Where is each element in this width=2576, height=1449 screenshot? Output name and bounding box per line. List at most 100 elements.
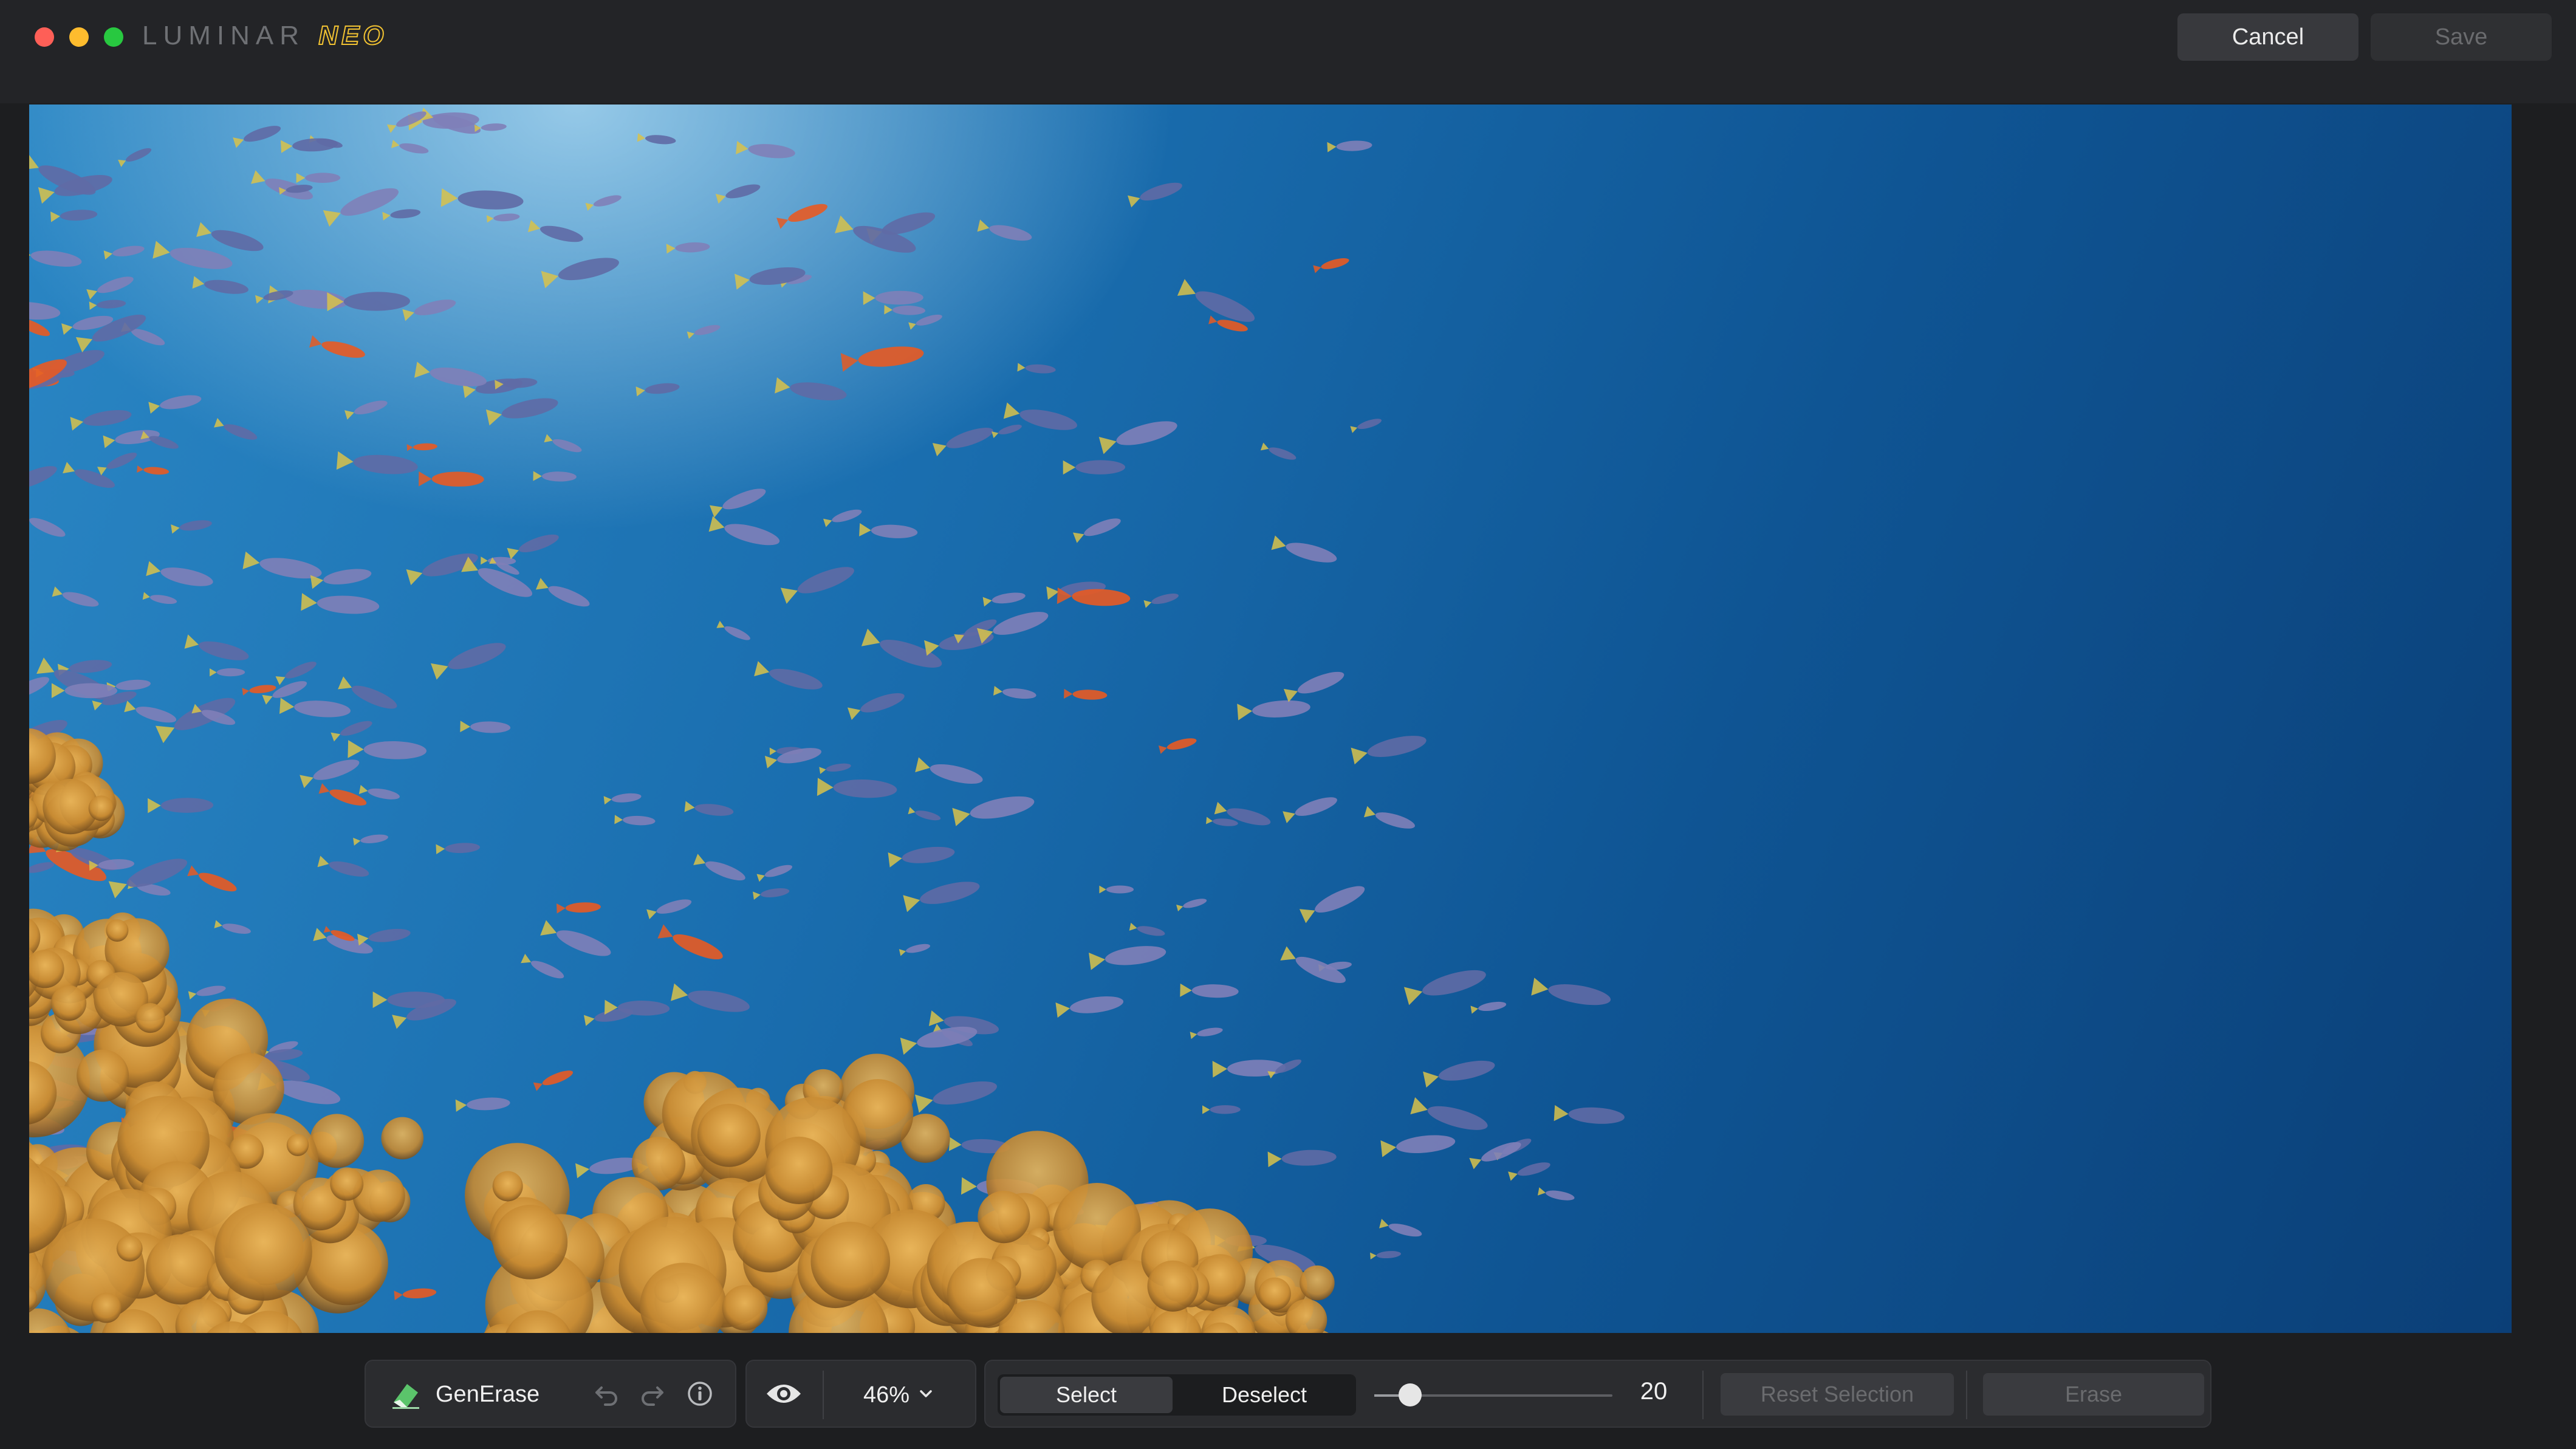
view-panel: 46% bbox=[745, 1360, 976, 1428]
tool-name: GenErase bbox=[436, 1382, 540, 1407]
fish bbox=[753, 888, 790, 900]
fish bbox=[982, 592, 1026, 607]
select-mode-button[interactable]: Select bbox=[1000, 1377, 1173, 1413]
fish bbox=[840, 346, 924, 372]
fish bbox=[486, 213, 520, 223]
fish bbox=[358, 784, 400, 800]
slider-handle[interactable] bbox=[1398, 1383, 1422, 1406]
underwater-photo bbox=[29, 108, 1625, 1333]
fish bbox=[977, 219, 1032, 241]
fish bbox=[440, 188, 524, 210]
coral bbox=[493, 1205, 568, 1279]
fish bbox=[1410, 1097, 1488, 1130]
coral bbox=[77, 1049, 129, 1102]
fish bbox=[1531, 978, 1611, 1005]
fish bbox=[1283, 797, 1337, 824]
fish bbox=[184, 634, 249, 660]
fish bbox=[146, 561, 213, 586]
fish bbox=[1313, 258, 1349, 273]
fish bbox=[1055, 996, 1124, 1018]
window-minimize-button[interactable] bbox=[69, 27, 89, 47]
reset-selection-button[interactable]: Reset Selection bbox=[1721, 1373, 1954, 1416]
fish bbox=[556, 902, 601, 914]
fish bbox=[336, 451, 418, 474]
save-button[interactable]: Save bbox=[2371, 13, 2552, 61]
fish bbox=[1072, 518, 1121, 543]
brush-size-slider[interactable] bbox=[1374, 1383, 1612, 1406]
eraser-icon bbox=[389, 1378, 423, 1412]
coral bbox=[381, 1117, 424, 1160]
fish bbox=[431, 643, 506, 680]
fish bbox=[1299, 886, 1365, 923]
eye-icon[interactable] bbox=[765, 1378, 803, 1410]
fish bbox=[657, 924, 723, 960]
fish bbox=[521, 953, 564, 979]
coral bbox=[1300, 1265, 1335, 1301]
coral bbox=[106, 919, 129, 942]
redo-icon[interactable] bbox=[638, 1379, 667, 1408]
fish bbox=[50, 210, 98, 222]
fish bbox=[1089, 946, 1166, 970]
fish bbox=[1063, 688, 1108, 700]
fish bbox=[118, 148, 152, 167]
coral bbox=[978, 1191, 1030, 1244]
fish bbox=[171, 520, 212, 534]
erase-button[interactable]: Erase bbox=[1983, 1373, 2204, 1416]
fish bbox=[666, 242, 710, 254]
fish bbox=[1508, 1162, 1550, 1181]
divider bbox=[823, 1371, 824, 1419]
window-maximize-button[interactable] bbox=[104, 27, 123, 47]
fish bbox=[279, 697, 351, 718]
fish bbox=[86, 276, 134, 300]
fish bbox=[1370, 1251, 1402, 1260]
fish bbox=[29, 510, 66, 537]
fish bbox=[1063, 460, 1126, 475]
fish bbox=[908, 807, 941, 821]
fish bbox=[309, 335, 365, 358]
fish bbox=[671, 983, 750, 1012]
fish bbox=[386, 111, 426, 133]
zoom-dropdown[interactable]: 46% bbox=[838, 1374, 959, 1416]
fish bbox=[1553, 1105, 1625, 1124]
fish bbox=[1403, 970, 1486, 1005]
fish bbox=[614, 815, 656, 826]
info-icon[interactable] bbox=[685, 1379, 714, 1408]
selection-panel: Select Deselect 20 Reset Selection Erase bbox=[984, 1360, 2211, 1428]
fish bbox=[233, 126, 281, 148]
fish bbox=[899, 944, 931, 956]
fish bbox=[735, 267, 806, 290]
window-close-button[interactable] bbox=[35, 27, 54, 47]
fish bbox=[142, 592, 177, 605]
fish bbox=[716, 620, 750, 640]
fish bbox=[353, 834, 388, 846]
selection-mode-segmented-control: Select Deselect bbox=[998, 1374, 1356, 1416]
fish bbox=[275, 662, 317, 685]
fish bbox=[52, 586, 99, 607]
fish bbox=[51, 683, 117, 699]
divider bbox=[1702, 1371, 1704, 1419]
fish bbox=[819, 763, 851, 775]
fish bbox=[540, 920, 611, 956]
zoom-value: 46% bbox=[863, 1382, 910, 1408]
fish bbox=[888, 846, 955, 868]
cancel-button[interactable]: Cancel bbox=[2177, 13, 2358, 61]
fish bbox=[1423, 1060, 1495, 1088]
fish bbox=[715, 184, 761, 204]
fish bbox=[29, 862, 55, 873]
fish bbox=[535, 578, 590, 607]
coral bbox=[330, 1167, 364, 1201]
fish bbox=[693, 854, 745, 881]
coral bbox=[810, 1221, 891, 1301]
fish bbox=[382, 209, 421, 221]
undo-icon[interactable] bbox=[592, 1379, 621, 1408]
coral bbox=[286, 1134, 309, 1156]
fish bbox=[863, 290, 923, 306]
fish bbox=[646, 899, 692, 920]
fish bbox=[754, 661, 823, 690]
photo-canvas[interactable] bbox=[29, 104, 2512, 1333]
coral bbox=[697, 1103, 761, 1167]
coral bbox=[947, 1258, 1016, 1327]
deselect-mode-button[interactable]: Deselect bbox=[1175, 1377, 1354, 1413]
fish bbox=[455, 1097, 510, 1112]
fish bbox=[301, 593, 380, 614]
